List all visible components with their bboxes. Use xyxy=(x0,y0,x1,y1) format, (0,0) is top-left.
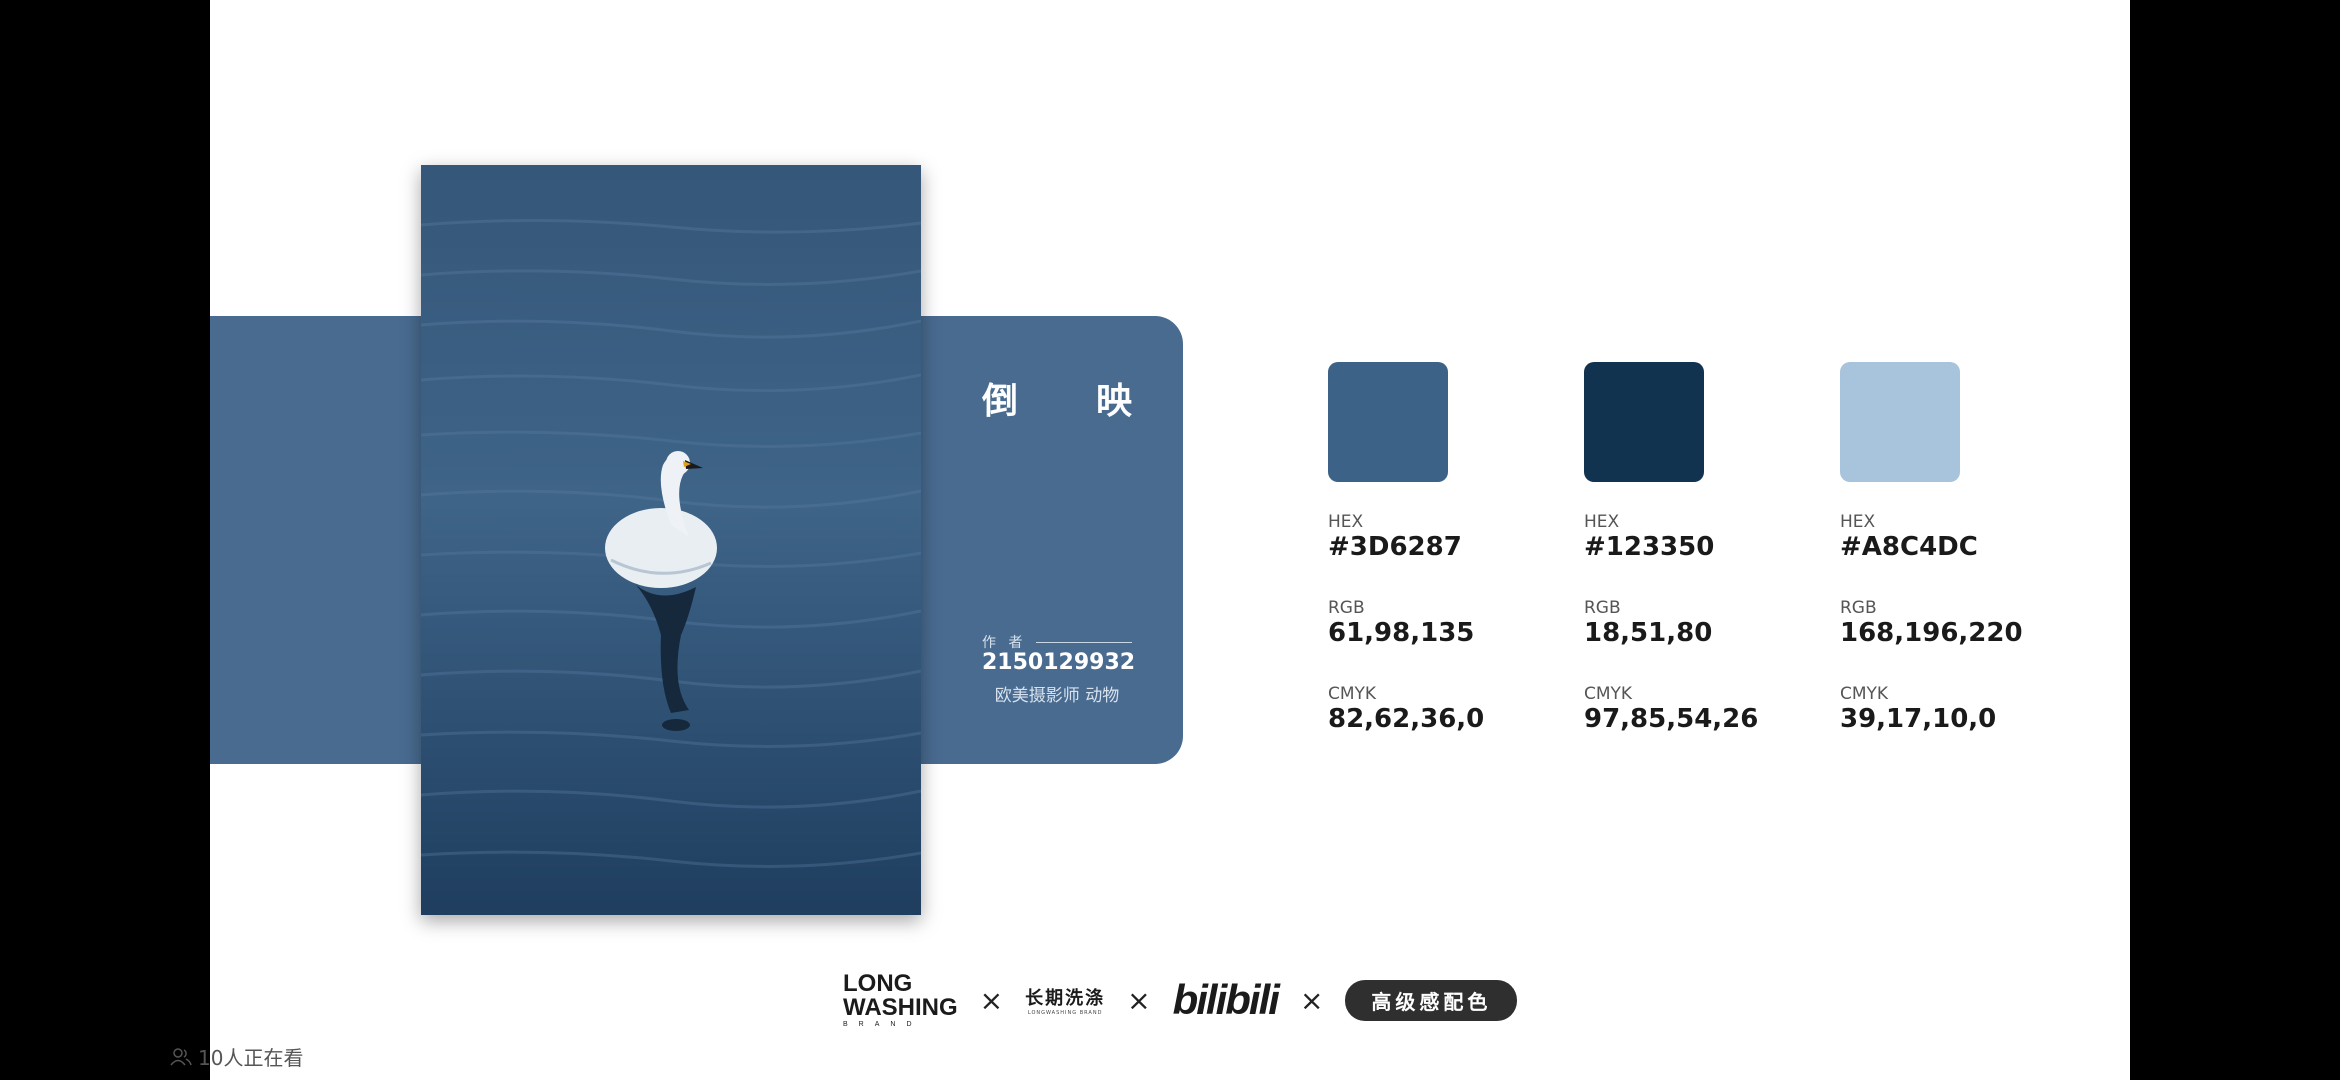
lw-line1: LONG xyxy=(843,969,913,997)
author-tags: 欧美摄影师 动物 xyxy=(994,686,1120,706)
viewer-count: 10人正在看 xyxy=(170,1042,303,1071)
cmyk-value: 97,85,54,26 xyxy=(1584,704,1759,734)
rgb-value: 168,196,220 xyxy=(1840,618,2023,648)
swatch-column-3: HEX #A8C4DC RGB 168,196,220 CMYK 39,17,10,0 xyxy=(1840,362,2040,734)
author-label: 作 者 xyxy=(982,635,1027,651)
palette-slide: 倒 映 作 者 2150129932 欧美摄影师 动物 HEX #3D6287 R… xyxy=(210,0,2130,1080)
hex-label: HEX xyxy=(1328,512,1364,532)
author-label-row: 作 者 xyxy=(982,632,1132,652)
cmyk-label: CMYK xyxy=(1840,684,1889,704)
hex-value: #3D6287 xyxy=(1328,532,1462,562)
rgb-label: RGB xyxy=(1840,598,1877,618)
swan-photo xyxy=(421,165,921,915)
rgb-value: 61,98,135 xyxy=(1328,618,1475,648)
divider xyxy=(1036,641,1132,643)
longwashing-logo: LONG WASHING BRAND xyxy=(843,969,958,1029)
footer-brands: LONG WASHING BRAND × 长期洗涤 LONGWASHING BR… xyxy=(843,969,1518,1030)
tag-pill: 高级感配色 xyxy=(1345,979,1518,1021)
cmyk-value: 39,17,10,0 xyxy=(1840,704,1997,734)
title-char-1: 倒 xyxy=(982,381,1019,422)
cn-logo-main: 长期洗涤 xyxy=(1025,988,1106,1009)
color-swatch xyxy=(1328,362,1448,482)
cmyk-label: CMYK xyxy=(1328,684,1377,704)
rgb-label: RGB xyxy=(1584,598,1621,618)
hex-value: #123350 xyxy=(1584,532,1715,562)
title-char-2: 映 xyxy=(1095,381,1132,422)
cmyk-value: 82,62,36,0 xyxy=(1328,704,1485,734)
lw-brand: BRAND xyxy=(843,1020,923,1028)
rgb-label: RGB xyxy=(1328,598,1365,618)
photo-title: 倒 映 xyxy=(982,372,1132,424)
changqi-logo: 长期洗涤 LONGWASHING BRAND xyxy=(1025,984,1105,1016)
bilibili-logo: bilibili xyxy=(1172,976,1280,1023)
author-id: 2150129932 xyxy=(982,650,1136,675)
lw-line2: WASHING xyxy=(843,993,958,1021)
swatch-column-1: HEX #3D6287 RGB 61,98,135 CMYK 82,62,36,0 xyxy=(1328,362,1528,734)
color-swatch xyxy=(1584,362,1704,482)
viewer-count-text: 10人正在看 xyxy=(198,1046,304,1070)
times-icon: × xyxy=(1299,983,1324,1017)
hex-label: HEX xyxy=(1840,512,1876,532)
hex-value: #A8C4DC xyxy=(1840,532,1978,562)
cmyk-label: CMYK xyxy=(1584,684,1633,704)
rgb-value: 18,51,80 xyxy=(1584,618,1713,648)
swatch-column-2: HEX #123350 RGB 18,51,80 CMYK 97,85,54,26 xyxy=(1584,362,1784,734)
times-icon: × xyxy=(1127,983,1151,1017)
times-icon: × xyxy=(979,983,1004,1017)
hex-label: HEX xyxy=(1584,512,1620,532)
color-swatch xyxy=(1840,362,1960,482)
cn-logo-sub: LONGWASHING BRAND xyxy=(1027,1010,1103,1016)
people-icon xyxy=(170,1047,192,1065)
